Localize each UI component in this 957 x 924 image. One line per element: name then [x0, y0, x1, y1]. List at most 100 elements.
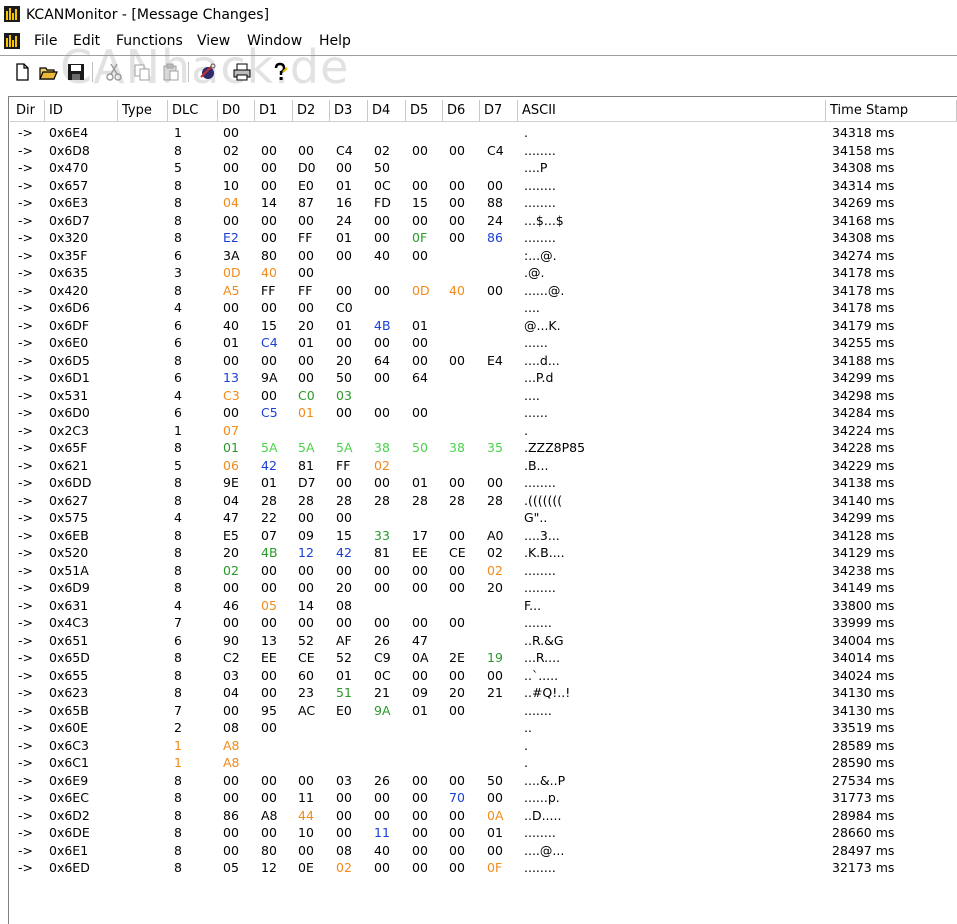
cell-d2: FF — [298, 230, 313, 245]
cell-d4: 50 — [374, 160, 390, 175]
cell-d7: 00 — [487, 282, 503, 298]
column-header-d1[interactable]: D1 — [255, 100, 293, 121]
cell-d0: 46 — [223, 597, 239, 613]
cell-id: 0x6D8 — [49, 142, 90, 158]
cell-d2: 00 — [298, 212, 314, 228]
cell-id: 0x6D5 — [49, 352, 90, 368]
cell-timestamp: 34274 ms — [832, 247, 895, 263]
cell-timestamp: 34284 ms — [832, 405, 895, 420]
cell-ascii: ....@... — [524, 842, 565, 858]
document-icon[interactable] — [4, 33, 20, 49]
print-icon[interactable] — [232, 62, 252, 82]
cell-d3: 00 — [336, 807, 352, 823]
column-header-dlc[interactable]: DLC — [168, 100, 218, 121]
cell-id: 0x6C1 — [49, 755, 89, 770]
cell-dir: -> — [18, 720, 33, 735]
column-header-id[interactable]: ID — [45, 100, 118, 121]
connect-icon[interactable] — [198, 62, 218, 82]
column-header-d3[interactable]: D3 — [330, 100, 368, 121]
cell-d6: 00 — [449, 475, 465, 490]
column-header-d2[interactable]: D2 — [293, 100, 330, 121]
cell-d2: 0E — [298, 860, 314, 875]
cell-d6: 00 — [449, 702, 465, 718]
cell-dlc: 8 — [174, 685, 182, 700]
paste-icon[interactable] — [161, 62, 181, 82]
cell-d2: CE — [298, 650, 315, 665]
cell-ascii: @...K. — [524, 317, 561, 333]
toolbar-separator — [92, 62, 93, 82]
cell-dir: -> — [18, 772, 33, 788]
cell-d2: 10 — [298, 825, 314, 840]
cell-dir: -> — [18, 370, 33, 385]
cell-d4: 33 — [374, 527, 390, 543]
cell-ascii: ........ — [524, 195, 556, 210]
new-icon[interactable] — [12, 62, 32, 82]
copy-icon[interactable] — [132, 62, 152, 82]
help-icon[interactable] — [270, 62, 290, 82]
cell-dlc: 6 — [174, 370, 182, 385]
cell-d2: 00 — [298, 562, 314, 578]
cell-id: 0x6D2 — [49, 807, 90, 823]
cell-timestamp: 34168 ms — [832, 212, 895, 228]
cell-d0: A5 — [223, 282, 240, 298]
cell-d0: 04 — [223, 492, 239, 508]
cell-d2: FF — [298, 282, 313, 298]
cell-d1: 00 — [261, 387, 277, 403]
column-header-d6[interactable]: D6 — [443, 100, 480, 121]
cell-d0: 03 — [223, 667, 239, 683]
cell-d7: 28 — [487, 492, 503, 508]
cell-d7: C4 — [487, 142, 504, 158]
cell-d5: 00 — [412, 562, 428, 578]
save-icon[interactable] — [66, 62, 86, 82]
cell-d6: 40 — [449, 282, 465, 298]
cell-d2: 00 — [298, 352, 314, 368]
column-header-type[interactable]: Type — [118, 100, 168, 121]
cell-timestamp: 34149 ms — [832, 580, 895, 595]
cell-ascii: ..`..... — [524, 667, 559, 683]
cell-dir: -> — [18, 685, 33, 700]
cell-d1: 00 — [261, 615, 277, 630]
column-header-d4[interactable]: D4 — [368, 100, 406, 121]
cell-d4: 9A — [374, 702, 391, 718]
open-icon[interactable] — [38, 62, 58, 82]
cut-icon[interactable] — [104, 62, 124, 82]
column-header-d5[interactable]: D5 — [406, 100, 443, 121]
cell-dir: -> — [18, 405, 33, 420]
cell-d0: C2 — [223, 650, 240, 665]
cell-d0: 00 — [223, 212, 239, 228]
cell-d6: 00 — [449, 177, 465, 193]
cell-dlc: 8 — [174, 177, 182, 193]
cell-d1: 00 — [261, 230, 277, 245]
cell-ascii: ...... — [524, 405, 548, 420]
cell-dir: -> — [18, 825, 33, 840]
cell-d5: 00 — [412, 352, 428, 368]
column-header-ascii[interactable]: ASCII — [518, 100, 826, 121]
column-header-dir[interactable]: Dir — [12, 100, 45, 121]
cell-ascii: ........ — [524, 580, 556, 595]
column-header-d0[interactable]: D0 — [218, 100, 255, 121]
cell-dir: -> — [18, 580, 33, 595]
cell-id: 0x531 — [49, 387, 89, 403]
cell-d4: 0C — [374, 177, 391, 193]
cell-d3: 51 — [336, 685, 352, 700]
cell-d1: 00 — [261, 825, 277, 840]
cell-ascii: F... — [524, 597, 542, 613]
cell-d5: 0D — [412, 282, 430, 298]
cell-d5: 28 — [412, 492, 428, 508]
cell-d2: 52 — [298, 632, 314, 648]
cell-d1: 80 — [261, 842, 277, 858]
cell-d4: 00 — [374, 790, 390, 805]
menu-file[interactable]: File — [34, 33, 57, 49]
cell-d1: 5A — [261, 440, 278, 455]
cell-dir: -> — [18, 282, 33, 298]
cell-dlc: 8 — [174, 282, 182, 298]
cell-d3: 28 — [336, 492, 352, 508]
cell-id: 0x6E1 — [49, 842, 89, 858]
cell-id: 0x6DD — [49, 475, 92, 490]
cell-id: 0x657 — [49, 177, 89, 193]
column-header-d7[interactable]: D7 — [480, 100, 518, 121]
cell-d3: 42 — [336, 545, 352, 560]
column-header-time-stamp[interactable]: Time Stamp — [826, 100, 957, 121]
cell-d6: 00 — [449, 212, 465, 228]
cell-dlc: 8 — [174, 667, 182, 683]
